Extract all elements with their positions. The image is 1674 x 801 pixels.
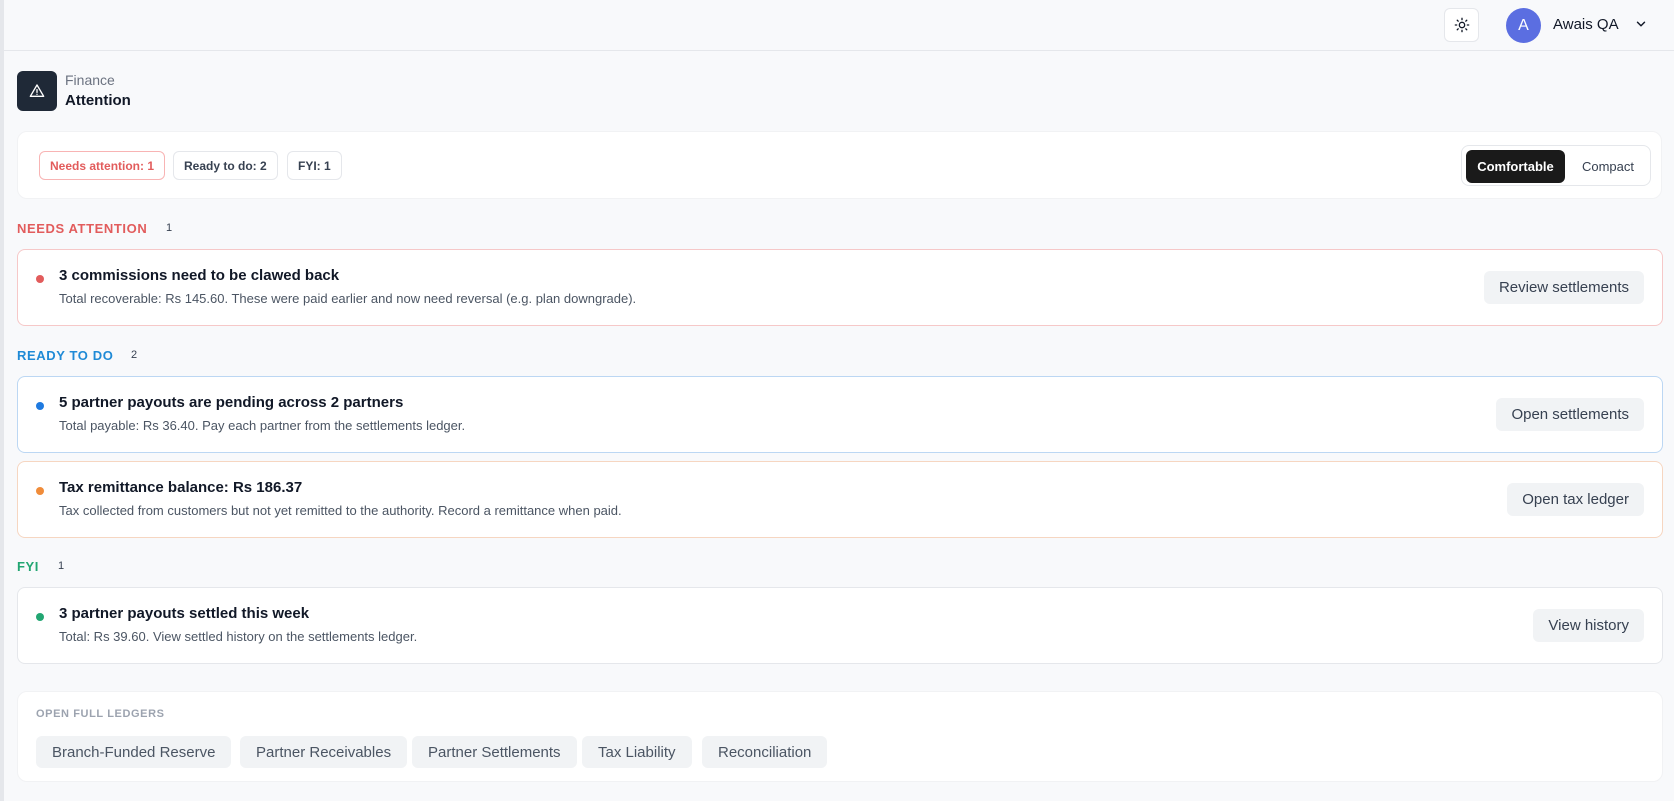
section-ready-to-do-count: 2 — [131, 349, 138, 361]
section-fyi-label: FYI — [17, 559, 40, 574]
page-title: Attention — [65, 92, 131, 109]
top-bar: A Awais QA — [4, 0, 1674, 51]
theme-toggle-button[interactable] — [1444, 8, 1479, 42]
card-tax-remittance: Tax remittance balance: Rs 186.37 Tax co… — [17, 461, 1663, 538]
filter-fyi[interactable]: FYI: 1 — [287, 151, 342, 180]
card-title: 3 partner payouts settled this week — [59, 605, 310, 622]
chevron-down-icon[interactable] — [1634, 17, 1648, 31]
breadcrumb: Finance — [65, 72, 115, 88]
density-comfortable-button[interactable]: Comfortable — [1466, 150, 1565, 183]
user-name[interactable]: Awais QA — [1553, 16, 1619, 33]
ledger-branch-funded-reserve-button[interactable]: Branch-Funded Reserve — [36, 736, 232, 768]
section-ready-to-do-label: READY TO DO — [17, 348, 114, 363]
card-title: 5 partner payouts are pending across 2 p… — [59, 394, 404, 411]
density-compact-button[interactable]: Compact — [1568, 150, 1648, 183]
ledger-links-heading: OPEN FULL LEDGERS — [36, 708, 165, 720]
status-dot — [36, 487, 44, 495]
card-payouts-pending: 5 partner payouts are pending across 2 p… — [17, 376, 1663, 453]
page-icon — [17, 71, 57, 111]
filter-panel: Needs attention: 1 Ready to do: 2 FYI: 1… — [17, 131, 1662, 199]
sun-icon — [1454, 17, 1469, 33]
filter-ready-to-do[interactable]: Ready to do: 2 — [173, 151, 278, 180]
density-toggle: Comfortable Compact — [1461, 145, 1651, 186]
section-fyi-count: 1 — [58, 560, 65, 572]
card-title: Tax remittance balance: Rs 186.37 — [59, 479, 303, 496]
card-description: Total payable: Rs 36.40. Pay each partne… — [59, 418, 466, 433]
card-description: Total recoverable: Rs 145.60. These were… — [59, 291, 637, 306]
open-settlements-button[interactable]: Open settlements — [1496, 398, 1644, 431]
card-payouts-settled: 3 partner payouts settled this week Tota… — [17, 587, 1663, 664]
status-dot — [36, 275, 44, 283]
ledger-partner-settlements-button[interactable]: Partner Settlements — [412, 736, 577, 768]
card-title: 3 commissions need to be clawed back — [59, 267, 340, 284]
ledger-tax-liability-button[interactable]: Tax Liability — [582, 736, 692, 768]
card-description: Tax collected from customers but not yet… — [59, 503, 622, 518]
ledger-links-panel: OPEN FULL LEDGERS Branch-Funded Reserve … — [17, 691, 1663, 782]
ledger-reconciliation-button[interactable]: Reconciliation — [702, 736, 828, 768]
open-tax-ledger-button[interactable]: Open tax ledger — [1507, 483, 1644, 516]
card-description: Total: Rs 39.60. View settled history on… — [59, 629, 418, 644]
warning-icon — [29, 84, 45, 97]
filter-needs-attention[interactable]: Needs attention: 1 — [39, 151, 166, 180]
view-history-button[interactable]: View history — [1533, 609, 1644, 642]
section-needs-attention-label: NEEDS ATTENTION — [17, 221, 148, 236]
card-clawback: 3 commissions need to be clawed back Tot… — [17, 249, 1663, 326]
status-dot — [36, 613, 44, 621]
review-settlements-button[interactable]: Review settlements — [1483, 271, 1644, 304]
section-needs-attention-count: 1 — [166, 222, 173, 234]
ledger-partner-receivables-button[interactable]: Partner Receivables — [240, 736, 408, 768]
avatar[interactable]: A — [1506, 8, 1541, 43]
status-dot — [36, 402, 44, 410]
